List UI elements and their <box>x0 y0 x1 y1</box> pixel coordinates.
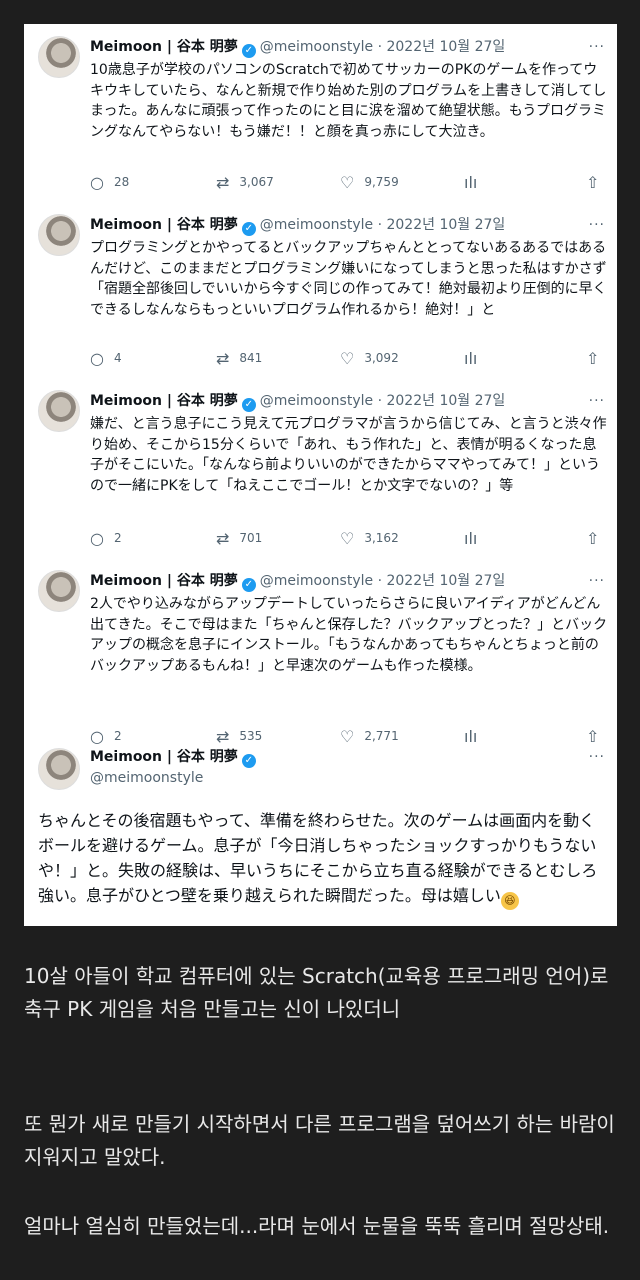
tweet-date[interactable]: 2022년 10월 27일 <box>386 393 505 409</box>
reply-icon: ○ <box>90 529 104 548</box>
share-button[interactable]: ⇧ <box>586 348 609 369</box>
tweet-header: Meimoon | 谷本 明夢 ✓ @meimoonstyle · 2022년 10… <box>90 390 605 412</box>
verified-badge-icon: ✓ <box>241 222 256 236</box>
tweet-header: Meimoon | 谷本 明夢 ✓ @meimoonstyle · 2022년 10… <box>90 214 605 236</box>
reply-icon: ○ <box>90 173 104 192</box>
author-name[interactable]: Meimoon | 谷本 明夢 <box>90 573 238 589</box>
caption-paragraph-3: 얼마나 열심히 만들었는데...라며 눈에서 눈물을 뚝뚝 흘리며 절망상태. <box>24 1214 610 1238</box>
like-count: 3,092 <box>364 351 399 365</box>
like-icon: ♡ <box>340 173 355 192</box>
tweet-text: 10歳息子が学校のパソコンのScratchで初めてサッカーのPKのゲームを作って… <box>90 62 607 140</box>
reply-button[interactable]: ○ 28 <box>90 172 129 193</box>
share-icon: ⇧ <box>586 173 600 192</box>
retweet-icon: ⇄ <box>216 173 230 192</box>
like-icon: ♡ <box>340 529 355 548</box>
tweet-date[interactable]: 2022년 10월 27일 <box>386 573 505 589</box>
avatar[interactable] <box>38 570 80 612</box>
author-handle[interactable]: @meimoonstyle <box>260 217 373 233</box>
retweet-count: 841 <box>239 351 263 365</box>
more-options-icon[interactable]: ··· <box>589 746 605 768</box>
reply-count: 2 <box>113 531 122 545</box>
tweet-actions: ○ 28 ⇄ 3,067 ♡ 9,759 ılı ⇧ <box>90 172 605 192</box>
verified-badge-icon: ✓ <box>241 44 256 58</box>
reply-button[interactable]: ○ 4 <box>90 348 122 369</box>
tweet-date[interactable]: 2022년 10월 27일 <box>386 217 505 233</box>
share-icon: ⇧ <box>586 349 600 368</box>
tweet-actions: ○ 4 ⇄ 841 ♡ 3,092 ılı ⇧ <box>90 348 605 368</box>
tweet-text: 2人でやり込みながらアップデートしていったらさらに良いアイディアがどんどん出てき… <box>90 596 608 674</box>
analytics-button[interactable]: ılı <box>464 528 487 549</box>
tweet-text: 嫌だ、と言う息子にこう見えて元プログラマが言うから信じてみ、と言うと渋々作り始め… <box>90 416 607 494</box>
tweet-1[interactable]: Meimoon | 谷本 明夢 ✓ @meimoonstyle · 2022년 10… <box>24 24 617 202</box>
tweet-actions: ○ 2 ⇄ 701 ♡ 3,162 ılı ⇧ <box>90 528 605 548</box>
like-button[interactable]: ♡ 9,759 <box>340 172 399 193</box>
share-button[interactable]: ⇧ <box>586 528 609 549</box>
analytics-icon: ılı <box>464 529 478 548</box>
caption-paragraph-1: 10살 아들이 학교 컴퓨터에 있는 Scratch(교육용 프로그래밍 언어)… <box>24 964 609 1021</box>
analytics-button[interactable]: ılı <box>464 172 487 193</box>
like-button[interactable]: ♡ 3,092 <box>340 348 399 369</box>
more-options-icon[interactable]: ··· <box>589 570 605 592</box>
tweet-thread-screenshot: Meimoon | 谷本 明夢 ✓ @meimoonstyle · 2022년 10… <box>24 24 617 926</box>
verified-badge-icon: ✓ <box>241 578 256 592</box>
more-options-icon[interactable]: ··· <box>589 36 605 58</box>
like-count: 9,759 <box>364 175 399 189</box>
caption-paragraph-2: 또 뭔가 새로 만들기 시작하면서 다른 프로그램을 덮어쓰기 하는 바람이 지… <box>24 1112 615 1169</box>
author-name[interactable]: Meimoon | 谷本 明夢 <box>90 217 238 233</box>
more-options-icon[interactable]: ··· <box>589 390 605 412</box>
reply-icon: ○ <box>90 349 104 368</box>
author-handle[interactable]: @meimoonstyle <box>260 393 373 409</box>
grinning-squint-emoji-icon: 😆 <box>500 892 519 910</box>
reply-count: 4 <box>113 351 122 365</box>
author-name[interactable]: Meimoon | 谷本 明夢 <box>90 39 238 55</box>
retweet-count: 3,067 <box>239 175 274 189</box>
analytics-button[interactable]: ılı <box>464 348 487 369</box>
tweet-date[interactable]: 2022년 10월 27일 <box>386 39 505 55</box>
avatar[interactable] <box>38 36 80 78</box>
avatar[interactable] <box>38 390 80 432</box>
author-handle[interactable]: @meimoonstyle <box>260 39 373 55</box>
tweet-4[interactable]: Meimoon | 谷本 明夢 ✓ @meimoonstyle · 2022년 10… <box>24 558 617 746</box>
author-name[interactable]: Meimoon | 谷本 明夢 <box>90 393 238 409</box>
share-icon: ⇧ <box>586 529 600 548</box>
avatar[interactable] <box>38 214 80 256</box>
tweet-header: Meimoon | 谷本 明夢 ✓ ··· <box>90 746 605 768</box>
reply-button[interactable]: ○ 2 <box>90 528 122 549</box>
tweet-5-expanded[interactable]: Meimoon | 谷本 明夢 ✓ ··· @meimoonstyle ちゃんとそ… <box>24 736 617 926</box>
like-count: 3,162 <box>364 531 399 545</box>
tweet-3[interactable]: Meimoon | 谷本 明夢 ✓ @meimoonstyle · 2022년 10… <box>24 378 617 558</box>
retweet-button[interactable]: ⇄ 841 <box>216 348 262 369</box>
avatar[interactable] <box>38 748 80 790</box>
tweet-text: プログラミングとかやってるとバックアップちゃんととってないあるあるではあるんだけ… <box>90 240 607 318</box>
tweet-text: ちゃんとその後宿題もやって、準備を終わらせた。次のゲームは画面内を動くボールを避… <box>38 808 608 910</box>
retweet-icon: ⇄ <box>216 529 230 548</box>
verified-badge-icon: ✓ <box>241 754 256 768</box>
tweet-text-body: ちゃんとその後宿題もやって、準備を終わらせた。次のゲームは画面内を動くボールを避… <box>38 811 598 905</box>
verified-badge-icon: ✓ <box>241 398 256 412</box>
reply-count: 28 <box>113 175 130 189</box>
retweet-button[interactable]: ⇄ 3,067 <box>216 172 274 193</box>
author-handle[interactable]: @meimoonstyle <box>90 770 203 786</box>
analytics-icon: ılı <box>464 349 478 368</box>
analytics-icon: ılı <box>464 173 478 192</box>
retweet-button[interactable]: ⇄ 701 <box>216 528 262 549</box>
retweet-icon: ⇄ <box>216 349 230 368</box>
retweet-count: 701 <box>239 531 263 545</box>
like-button[interactable]: ♡ 3,162 <box>340 528 399 549</box>
tweet-2[interactable]: Meimoon | 谷本 明夢 ✓ @meimoonstyle · 2022년 10… <box>24 202 617 378</box>
author-name[interactable]: Meimoon | 谷本 明夢 <box>90 749 238 765</box>
tweet-header: Meimoon | 谷本 明夢 ✓ @meimoonstyle · 2022년 10… <box>90 36 605 58</box>
more-options-icon[interactable]: ··· <box>589 214 605 236</box>
like-icon: ♡ <box>340 349 355 368</box>
author-handle[interactable]: @meimoonstyle <box>260 573 373 589</box>
share-button[interactable]: ⇧ <box>586 172 609 193</box>
tweet-header: Meimoon | 谷本 明夢 ✓ @meimoonstyle · 2022년 10… <box>90 570 605 592</box>
